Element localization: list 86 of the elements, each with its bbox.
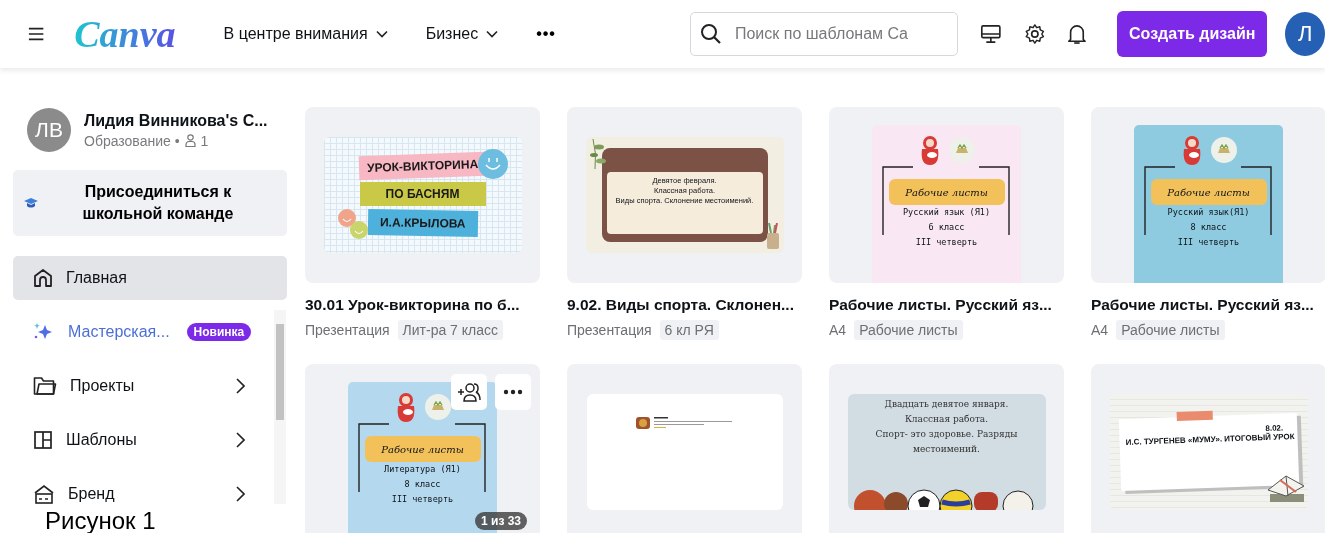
settings-icon[interactable] <box>1023 22 1046 46</box>
more-button[interactable]: ••• <box>536 25 556 43</box>
slide-text: Спорт- это здоровье. Разряды <box>875 428 1018 441</box>
share-button[interactable] <box>451 374 487 410</box>
scrollbar[interactable] <box>274 310 286 504</box>
slide-text: 8.02. <box>1264 423 1283 433</box>
worksheet-text: 8 класс <box>404 478 441 491</box>
user-avatar[interactable]: Л <box>1285 12 1325 56</box>
worksheet-text: III четверть <box>915 236 978 249</box>
layout-icon <box>33 430 53 450</box>
design-thumbnail[interactable]: Двадцать девятое января. Классная работа. Спорт- это здоровье. Разряды местоимений. <box>829 364 1064 533</box>
design-format: Презентация <box>567 322 652 338</box>
bell-icon[interactable] <box>1067 22 1088 46</box>
create-design-button[interactable]: Создать дизайн <box>1117 11 1268 57</box>
new-badge: Новинка <box>186 323 252 341</box>
worksheet-text: 8 класс <box>1190 221 1227 234</box>
caret-icon <box>375 30 388 38</box>
add-people-icon <box>457 382 481 402</box>
folder-tag[interactable]: Рабочие листы <box>1116 320 1225 340</box>
worksheet-heading: Рабочие листы <box>364 436 481 462</box>
smiley-icon <box>337 209 356 227</box>
team-name[interactable]: Лидия Винникова's C... <box>84 111 268 130</box>
design-thumbnail[interactable]: УРОК-ВИКТОРИНА ПО БАСНЯМ И.А.КРЫЛОВА <box>305 107 540 283</box>
smiley-icon <box>477 149 508 179</box>
team-avatar: ЛВ <box>27 108 71 152</box>
page-count-badge: 1 из 33 <box>475 512 528 530</box>
folder-tag[interactable]: 6 кл РЯ <box>659 320 719 340</box>
worksheet-heading: Рабочие листы <box>888 179 1005 205</box>
emblem-icon <box>948 137 975 163</box>
graduation-cap-icon <box>24 198 38 208</box>
design-thumbnail[interactable]: 8.02. И.С. ТУРГЕНЕВ «МУМУ». ИТОГОВЫЙ УРОК <box>1091 364 1325 533</box>
design-title[interactable]: Рабочие листы. Русский яз... <box>829 296 1064 314</box>
worksheet-heading: Рабочие листы <box>1150 179 1267 205</box>
design-thumbnail[interactable]: Рабочие листы Русский язык(Я1) 8 класс III четверть <box>1091 107 1325 283</box>
design-thumbnail[interactable]: Рабочие листы Русский язык (Я1) 6 класс III четверть <box>829 107 1064 283</box>
design-thumbnail[interactable] <box>567 364 802 533</box>
slide-text: Классная работа. <box>904 413 989 426</box>
emblem-icon <box>1210 137 1237 163</box>
worksheet-text: Литература (Я1) <box>384 463 461 476</box>
emblem-icon <box>424 394 451 420</box>
more-icon <box>503 389 523 395</box>
nav-menu[interactable]: В центре внимания <box>223 25 388 43</box>
more-options-button[interactable] <box>495 374 531 410</box>
sidebar-item[interactable]: Мастерская... Новинка <box>13 310 271 354</box>
nav-menu[interactable]: Бизнес <box>425 25 499 43</box>
slide-text: Двадцать девятое января. <box>884 398 1009 411</box>
leaf-drawing <box>589 139 608 169</box>
slide-text: местоимений. <box>913 443 980 456</box>
home-icon <box>33 268 53 288</box>
join-team-button[interactable]: Присоединиться к школьной команде <box>13 170 287 236</box>
member-count: 1 <box>200 132 209 149</box>
worksheet-text: Русский язык (Я1) <box>903 206 990 219</box>
monitor-icon[interactable] <box>979 23 1002 45</box>
worksheet-text: 6 класс <box>928 221 965 234</box>
sidebar-item[interactable]: Главная <box>13 256 287 300</box>
design-format: A4 <box>829 322 847 338</box>
search-field[interactable]: Поиск по шаблонам Ca <box>689 12 958 56</box>
chevron-right-icon <box>236 432 245 448</box>
slide-heading: ПО БАСНЯМ <box>359 182 486 206</box>
design-title[interactable]: 9.02. Виды спорта. Склонен... <box>567 296 802 314</box>
design-title[interactable]: Рабочие листы. Русский яз... <box>1091 296 1325 314</box>
brand-icon <box>33 484 55 504</box>
folder-tag[interactable]: Рабочие листы <box>854 320 963 340</box>
sidebar-item[interactable]: Бренд <box>13 472 271 504</box>
design-thumbnail[interactable]: Рабочие листы Литература (Я1) 8 класс III четверть 1 из 33 <box>305 364 540 533</box>
person-icon <box>184 134 196 147</box>
smiley-icon <box>349 221 368 239</box>
sidebar-item[interactable]: Проекты <box>13 364 271 408</box>
design-title[interactable]: 30.01 Урок-викторина по б... <box>305 296 540 314</box>
team-category: Образование • <box>84 132 180 149</box>
search-icon <box>699 23 722 45</box>
sidebar-item[interactable]: Шаблоны <box>13 418 271 462</box>
pencil-cup-drawing <box>765 223 780 249</box>
worksheet-text: III четверть <box>1177 236 1240 249</box>
design-format: Презентация <box>305 322 390 338</box>
menu-icon[interactable] <box>28 27 45 41</box>
worksheet-text: III четверть <box>391 493 454 506</box>
caret-icon <box>486 30 499 38</box>
design-format: A4 <box>1091 322 1109 338</box>
chevron-right-icon <box>236 378 245 394</box>
folder-icon <box>33 376 57 396</box>
worksheet-text: Русский язык(Я1) <box>1167 206 1250 219</box>
tape-drawing <box>1176 410 1213 422</box>
chevron-right-icon <box>236 486 245 502</box>
folder-tag[interactable]: Лит-ра 7 класс <box>397 320 504 340</box>
slide-heading: И.А.КРЫЛОВА <box>367 209 478 237</box>
